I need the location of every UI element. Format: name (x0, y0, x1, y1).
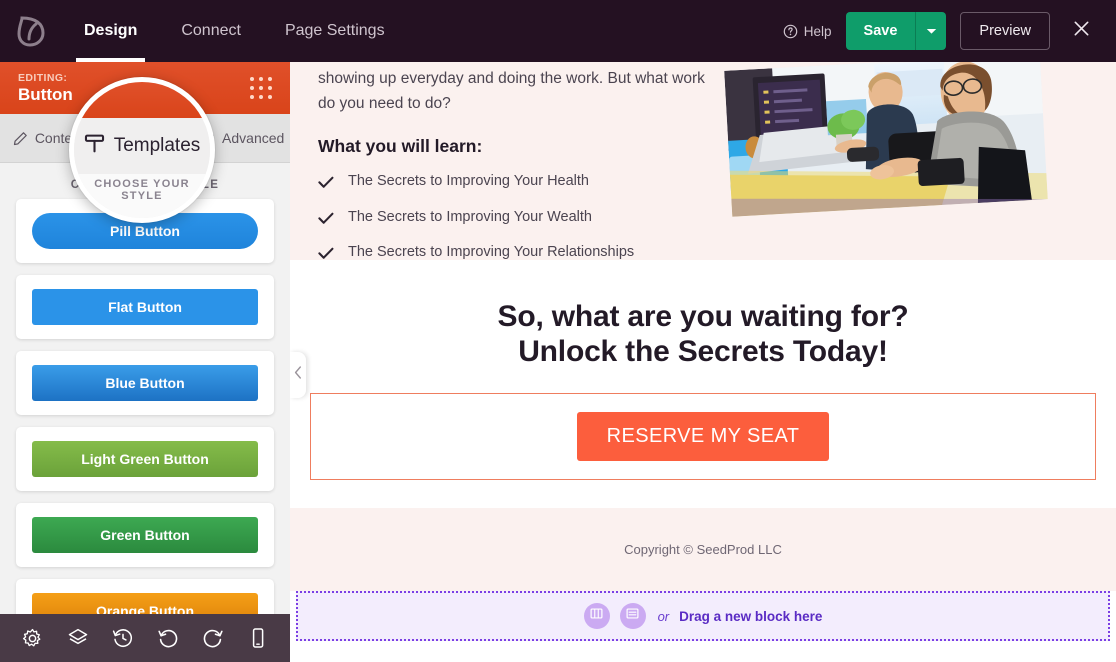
list-item-label: The Secrets to Improving Your Relationsh… (348, 244, 635, 260)
preview-button[interactable]: Preview (960, 12, 1050, 50)
template-card-light-green-button[interactable]: Light Green Button (16, 427, 274, 491)
block-dropzone[interactable]: or Drag a new block here (296, 591, 1110, 641)
intro-section: showing up everyday and doing the work. … (290, 62, 1116, 260)
panel-tab-advanced-label: Advanced (222, 130, 285, 146)
cta-heading: So, what are you waiting for? Unlock the… (290, 300, 1116, 369)
cta-heading-line1: So, what are you waiting for? (497, 300, 909, 333)
top-navigation-bar: Design Connect Page Settings Help Save P… (0, 0, 1116, 62)
check-icon (318, 244, 334, 265)
chevron-left-icon (294, 366, 302, 384)
template-preview-button: Green Button (32, 517, 258, 553)
templates-icon (84, 133, 105, 160)
selected-button-block[interactable]: RESERVE MY SEAT (310, 393, 1096, 480)
add-block-button[interactable] (619, 603, 646, 629)
builder-bottom-toolbar (0, 614, 290, 662)
page-canvas: showing up everyday and doing the work. … (290, 62, 1116, 662)
close-icon (1072, 19, 1091, 43)
list-item-label: The Secrets to Improving Your Health (348, 173, 589, 190)
reserve-my-seat-button[interactable]: RESERVE MY SEAT (576, 412, 830, 461)
list-item: The Secrets to Improving Your Health (318, 173, 718, 194)
grid-dots-icon[interactable] (250, 77, 272, 99)
history-icon[interactable] (108, 623, 138, 653)
gear-icon[interactable] (18, 623, 48, 653)
intro-paragraph: showing up everyday and doing the work. … (318, 70, 705, 113)
pencil-icon (13, 131, 28, 146)
intro-image-column (718, 62, 1088, 279)
redo-icon[interactable] (198, 623, 228, 653)
seedprod-page-builder: Design Connect Page Settings Help Save P… (0, 0, 1116, 662)
template-card-blue-button[interactable]: Blue Button (16, 351, 274, 415)
office-photo[interactable] (724, 62, 1048, 217)
save-button-group: Save (845, 12, 947, 50)
block-icon (626, 607, 639, 625)
undo-icon[interactable] (153, 623, 183, 653)
layers-icon[interactable] (63, 623, 93, 653)
cta-section: So, what are you waiting for? Unlock the… (290, 260, 1116, 508)
template-card-flat-button[interactable]: Flat Button (16, 275, 274, 339)
add-columns-button[interactable] (583, 603, 610, 629)
nav-tab-design[interactable]: Design (62, 0, 159, 62)
templates-tab-magnifier-spotlight: Templates CHOOSE YOUR STYLE (69, 77, 215, 223)
list-item: The Secrets to Improving Your Relationsh… (318, 244, 718, 265)
nav-tab-page-settings[interactable]: Page Settings (263, 0, 407, 62)
magnifier-content: Templates CHOOSE YOUR STYLE (74, 82, 210, 218)
template-card-green-button[interactable]: Green Button (16, 503, 274, 567)
dropzone-or-label: or (657, 608, 670, 624)
close-button[interactable] (1064, 12, 1098, 50)
help-button[interactable]: Help (783, 24, 832, 39)
template-list: Pill Button Flat Button Blue Button Ligh… (0, 199, 290, 662)
mobile-icon[interactable] (243, 623, 273, 653)
list-item-label: The Secrets to Improving Your Wealth (348, 208, 592, 225)
top-bar-actions: Help Save Preview (783, 0, 1116, 62)
sidebar-collapse-handle[interactable] (290, 352, 306, 398)
learn-heading: What you will learn: (318, 136, 483, 157)
cta-heading-line2: Unlock the Secrets Today! (518, 334, 888, 368)
save-dropdown-button[interactable] (915, 12, 947, 50)
check-icon (318, 173, 334, 194)
primary-nav-tabs: Design Connect Page Settings (62, 0, 407, 62)
magnifier-ghost-label: CHOOSE YOUR STYLE (94, 178, 190, 202)
magnified-templates-tab[interactable]: Templates (74, 118, 210, 174)
intro-row: showing up everyday and doing the work. … (290, 62, 1116, 279)
seedprod-leaf-logo[interactable] (0, 0, 62, 62)
columns-icon (590, 607, 603, 625)
editing-block-name: Button (18, 84, 73, 104)
intro-text-column[interactable]: showing up everyday and doing the work. … (318, 62, 718, 279)
dropzone-label: Drag a new block here (679, 608, 823, 624)
editing-kicker: EDITING: (18, 71, 68, 84)
template-preview-button: Light Green Button (32, 441, 258, 477)
editing-labels: EDITING: Button (18, 72, 73, 105)
template-preview-button: Flat Button (32, 289, 258, 325)
template-preview-button: Blue Button (32, 365, 258, 401)
magnified-templates-label: Templates (113, 135, 201, 156)
magnifier-orange-band (74, 82, 210, 118)
help-circle-icon (783, 24, 798, 39)
nav-tab-connect[interactable]: Connect (159, 0, 263, 62)
footer-section: Copyright © SeedProd LLC (290, 508, 1116, 591)
copyright-text: Copyright © SeedProd LLC (624, 542, 782, 557)
chevron-down-icon (926, 22, 937, 40)
list-item: The Secrets to Improving Your Wealth (318, 209, 718, 230)
help-label: Help (803, 23, 832, 39)
save-button[interactable]: Save (845, 12, 916, 50)
check-icon (318, 209, 334, 230)
